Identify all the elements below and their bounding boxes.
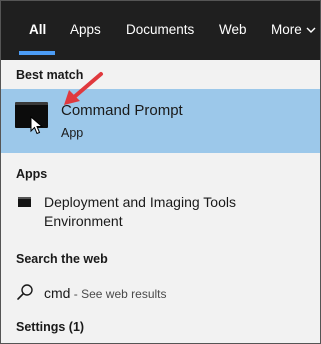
apps-header: Apps <box>16 167 48 181</box>
best-match-result[interactable] <box>1 89 320 153</box>
web-query: cmd <box>44 285 71 301</box>
search-tab-bar: All Apps Documents Web More <box>1 1 320 60</box>
mouse-cursor-icon <box>30 116 44 135</box>
annotation-arrow-icon <box>64 72 103 105</box>
best-match-subtitle: App <box>61 126 84 140</box>
tab-apps[interactable]: Apps <box>70 21 101 39</box>
web-results-hint: - See web results <box>70 287 167 301</box>
search-panel: All Apps Documents Web More Best match C… <box>0 0 321 344</box>
tab-more-label: More <box>271 22 302 37</box>
command-prompt-icon <box>18 197 31 207</box>
tab-more[interactable]: More <box>271 21 316 39</box>
tab-all[interactable]: All <box>29 21 46 39</box>
search-icon <box>17 284 33 300</box>
active-tab-indicator <box>19 51 55 55</box>
web-query-text: cmd - See web results <box>44 284 167 303</box>
chevron-down-icon <box>306 27 316 33</box>
settings-header[interactable]: Settings (1) <box>16 319 84 335</box>
app-result-title: Deployment and Imaging Tools Environment <box>44 194 236 229</box>
tab-documents[interactable]: Documents <box>126 21 194 39</box>
search-web-header: Search the web <box>16 252 108 266</box>
tab-web[interactable]: Web <box>219 21 247 39</box>
